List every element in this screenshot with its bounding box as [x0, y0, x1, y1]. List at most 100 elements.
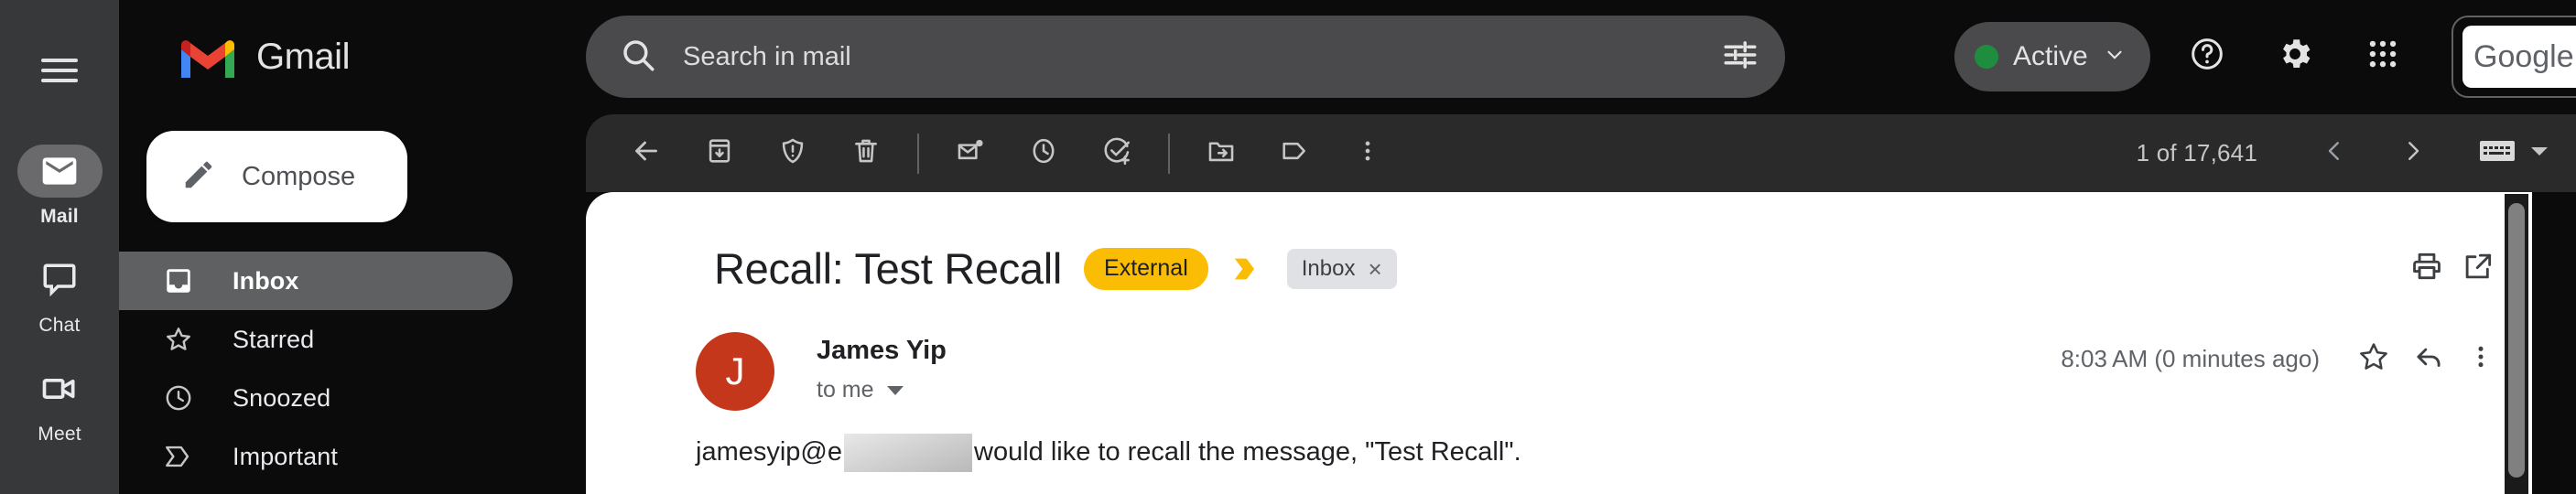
status-label: Active [2013, 41, 2088, 71]
reply-button[interactable] [2411, 339, 2446, 379]
print-button[interactable] [2409, 249, 2444, 288]
gmail-app-window: Mail Chat Meet Gmail Search in mail Acti… [0, 0, 2576, 494]
important-marker-icon[interactable] [1232, 255, 1263, 283]
rail-item-label: Mail [40, 206, 79, 227]
add-task-icon [1101, 135, 1132, 171]
vertical-scrollbar[interactable] [2505, 194, 2528, 494]
google-wordmark: Google [2462, 26, 2576, 88]
subject-action-group [2409, 249, 2495, 288]
clock-icon [159, 382, 198, 413]
previous-message-button[interactable] [2303, 123, 2365, 185]
pagination-group: 1 of 17,641 [2137, 123, 2550, 185]
move-to-folder-icon [1206, 135, 1237, 171]
rail-item-meet[interactable]: Meet [0, 362, 119, 446]
svg-text:Google: Google [2473, 39, 2574, 74]
message-action-group: 8:03 AM (0 minutes ago) [2061, 332, 2495, 379]
label-chip-inbox[interactable]: Inbox × [1286, 248, 1397, 289]
sidebar-item-important[interactable]: Important [119, 427, 513, 486]
brand-title: Gmail [256, 37, 350, 77]
archive-icon [704, 135, 735, 171]
important-chevron-icon [159, 441, 198, 472]
back-to-inbox-button[interactable] [615, 123, 677, 185]
more-vert-icon [1354, 137, 1381, 169]
hamburger-menu-button[interactable] [20, 31, 99, 110]
google-apps-grid-icon [2365, 37, 2400, 76]
sidebar-item-label: Starred [233, 325, 315, 353]
reply-arrow-icon [2411, 348, 2446, 378]
sidebar-item-label: Snoozed [233, 383, 331, 412]
header-icon-group [2170, 18, 2420, 93]
search-bar[interactable] [586, 16, 1785, 98]
delete-button[interactable] [835, 123, 897, 185]
caret-down-icon [2528, 144, 2550, 163]
settings-button[interactable] [2257, 18, 2332, 93]
rail-item-label: Chat [38, 315, 81, 336]
meet-icon [17, 362, 103, 415]
google-apps-button[interactable] [2345, 18, 2420, 93]
scrollbar-thumb[interactable] [2508, 203, 2525, 478]
move-to-button[interactable] [1190, 123, 1252, 185]
gmail-m-logo-icon [178, 35, 238, 81]
report-spam-button[interactable] [762, 123, 824, 185]
rail-item-chat[interactable]: Chat [0, 253, 119, 337]
sidebar-item-label: Inbox [233, 266, 299, 295]
redacted-block [844, 433, 972, 472]
mark-unread-icon [955, 135, 986, 171]
message-more-button[interactable] [2466, 342, 2495, 376]
open-in-new-icon [2461, 253, 2495, 287]
open-in-new-window-button[interactable] [2461, 249, 2495, 288]
report-spam-icon [777, 135, 808, 171]
compose-label: Compose [242, 161, 356, 191]
external-badge: External [1084, 247, 1208, 290]
mail-sidebar: Compose Inbox Starred Snoozed Important [119, 114, 586, 494]
input-tools-button[interactable] [2479, 138, 2550, 168]
sidebar-item-starred[interactable]: Starred [119, 310, 513, 369]
trash-icon [850, 135, 882, 171]
arrow-left-icon [630, 134, 663, 172]
star-icon [159, 324, 198, 355]
snooze-button[interactable] [1012, 123, 1075, 185]
body-text-prefix: jamesyip@e [696, 437, 842, 467]
star-button[interactable] [2356, 339, 2391, 379]
tune-filter-icon [1721, 36, 1759, 79]
sidebar-item-inbox[interactable]: Inbox [119, 252, 513, 310]
archive-button[interactable] [688, 123, 751, 185]
sidebar-nav-list: Inbox Starred Snoozed Important [119, 252, 586, 486]
caret-down-icon [886, 385, 904, 395]
rail-item-label: Meet [38, 424, 81, 445]
next-message-button[interactable] [2382, 123, 2444, 185]
hamburger-menu-icon [41, 52, 78, 89]
toolbar-divider [1168, 133, 1170, 174]
account-badge[interactable]: Google [2452, 16, 2576, 98]
left-app-rail: Mail Chat Meet [0, 0, 119, 494]
close-icon[interactable]: × [1368, 257, 1381, 281]
print-icon [2409, 252, 2444, 287]
label-tag-icon [1279, 135, 1310, 171]
pagination-count: 1 of 17,641 [2136, 139, 2257, 166]
message-toolbar: 1 of 17,641 [586, 114, 2576, 192]
rail-item-mail[interactable]: Mail [0, 145, 119, 228]
sender-block: James Yip to me [817, 332, 947, 403]
search-input[interactable] [683, 41, 1701, 72]
clock-icon [1028, 135, 1059, 171]
compose-button[interactable]: Compose [146, 131, 407, 222]
mark-unread-button[interactable] [939, 123, 1001, 185]
help-button[interactable] [2170, 18, 2245, 93]
help-icon [2189, 36, 2225, 77]
labels-button[interactable] [1263, 123, 1326, 185]
star-outline-icon [2356, 343, 2391, 378]
keyboard-input-tools-icon [2479, 138, 2516, 168]
sidebar-item-snoozed[interactable]: Snoozed [119, 369, 513, 427]
message-pane: Recall: Test Recall External Inbox × J J… [586, 192, 2532, 494]
status-chip-active[interactable]: Active [1954, 22, 2150, 91]
chat-icon [17, 253, 103, 306]
search-filter-button[interactable] [1701, 17, 1780, 96]
recipient-toggle[interactable]: to me [817, 377, 947, 403]
message-body: jamesyip@e would like to recall the mess… [696, 433, 2532, 473]
more-options-button[interactable] [1337, 123, 1399, 185]
add-to-tasks-button[interactable] [1086, 123, 1148, 185]
toolbar-divider [917, 133, 919, 174]
inbox-icon [159, 265, 198, 296]
gmail-brand[interactable]: Gmail [178, 35, 350, 81]
avatar[interactable]: J [696, 332, 774, 411]
